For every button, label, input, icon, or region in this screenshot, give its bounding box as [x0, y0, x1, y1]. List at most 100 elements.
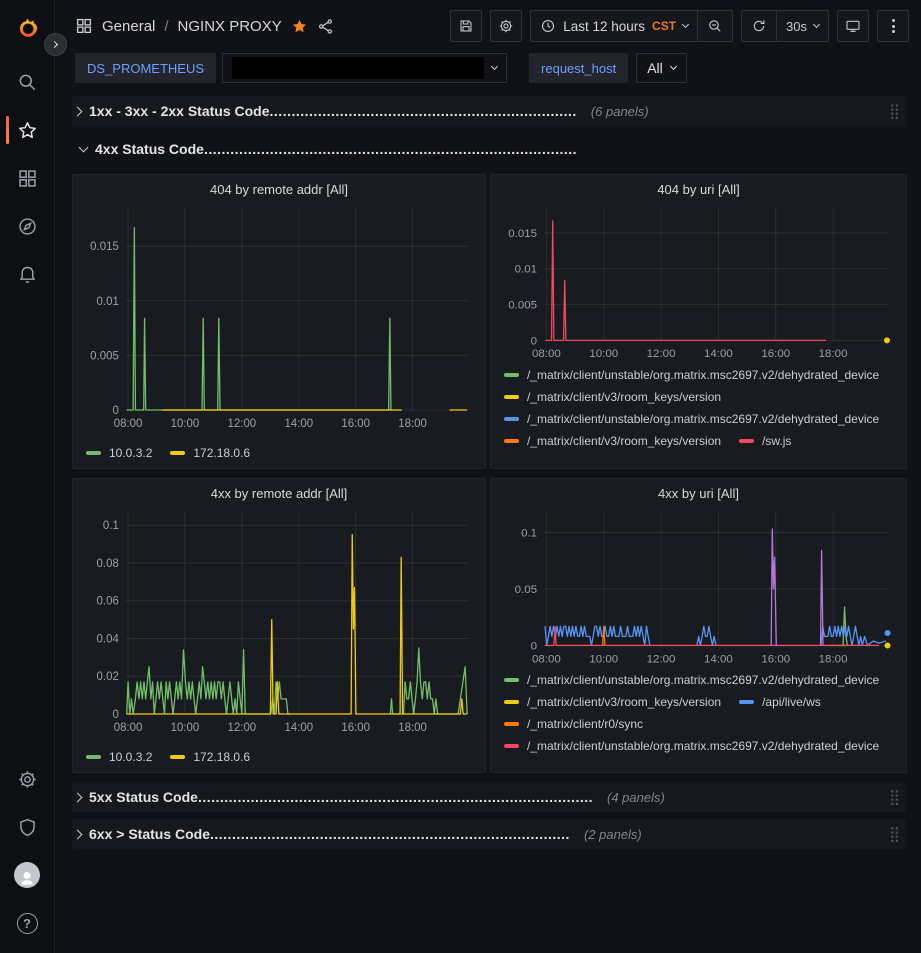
x-axis-tick-label: 12:00 [228, 722, 257, 734]
legend-swatch [739, 700, 754, 704]
legend-label: /_matrix/client/v3/room_keys/version [527, 434, 721, 448]
row-title-dots: ........................................… [198, 789, 593, 805]
save-dashboard-button[interactable] [450, 10, 482, 42]
sidebar: ? [0, 0, 55, 953]
row-4xx[interactable]: 4xx Status Code ........................… [72, 134, 906, 164]
legend-item[interactable]: /_matrix/client/unstable/org.matrix.msc2… [504, 368, 879, 382]
series-point [885, 642, 891, 648]
row-6xx[interactable]: 6xx > Status Code ......................… [72, 819, 906, 849]
legend-item[interactable]: 172.18.0.6 [170, 446, 250, 460]
cycle-view-mode-button[interactable] [837, 10, 869, 42]
legend-swatch [504, 373, 519, 377]
grafana-logo-icon[interactable] [12, 12, 42, 42]
chevron-down-icon [813, 21, 820, 28]
legend-item[interactable]: /_matrix/client/unstable/org.matrix.msc2… [504, 412, 879, 426]
time-series-chart[interactable]: 08:0010:0012:0014:0016:0018:0000.0050.01… [500, 200, 897, 364]
row-panel-count: (4 panels) [607, 790, 665, 805]
row-5xx[interactable]: 5xx Status Code ........................… [72, 782, 906, 812]
search-icon[interactable] [0, 58, 55, 106]
alerting-bell-icon[interactable] [0, 250, 55, 298]
row-drag-handle[interactable]: ⣿ [889, 104, 900, 119]
row-title: 6xx > Status Code [89, 826, 210, 842]
legend-item[interactable]: 10.0.3.2 [86, 446, 152, 460]
kebab-icon [892, 19, 895, 33]
breadcrumb-dashboard-title[interactable]: NGINX PROXY [178, 18, 282, 35]
monitor-icon [845, 18, 861, 34]
series-line [546, 221, 826, 341]
panel-legend: /_matrix/client/unstable/org.matrix.msc2… [500, 669, 897, 764]
time-series-chart[interactable]: 08:0010:0012:0014:0016:0018:0000.050.1 [500, 504, 897, 669]
legend-item[interactable]: /_matrix/client/v3/room_keys/version [504, 390, 721, 404]
legend-item[interactable]: /api/live/ws [739, 695, 821, 709]
x-axis-tick-label: 18:00 [819, 348, 848, 360]
legend-item[interactable]: /_matrix/client/v3/room_keys/version [504, 695, 721, 709]
legend-item[interactable]: /_matrix/client/unstable/org.matrix.msc2… [504, 673, 879, 687]
legend-swatch [504, 439, 519, 443]
x-axis-tick-label: 10:00 [589, 348, 618, 360]
refresh-button[interactable] [742, 11, 776, 41]
time-range-picker[interactable]: Last 12 hours CST [531, 11, 697, 41]
refresh-group: 30s [741, 10, 829, 42]
help-icon[interactable]: ? [0, 899, 55, 947]
legend-item[interactable]: /sw.js [739, 434, 791, 448]
x-axis-tick-label: 10:00 [171, 722, 200, 734]
y-axis-tick-label: 0 [531, 640, 537, 652]
series-line [821, 626, 886, 645]
legend-item[interactable]: /_matrix/client/unstable/org.matrix.msc2… [504, 739, 879, 753]
timezone-label: CST [652, 19, 676, 33]
time-range-group: Last 12 hours CST [530, 10, 733, 42]
legend-item[interactable]: 10.0.3.2 [86, 750, 152, 764]
y-axis-tick-label: 0 [112, 709, 118, 721]
configuration-gear-icon[interactable] [0, 755, 55, 803]
legend-swatch [86, 451, 101, 455]
breadcrumb-section[interactable]: General [102, 18, 155, 35]
share-icon[interactable] [317, 18, 334, 35]
legend-label: /_matrix/client/unstable/org.matrix.msc2… [527, 412, 879, 426]
panel-title[interactable]: 404 by remote addr [All] [82, 182, 476, 197]
favorite-star-icon[interactable] [291, 18, 308, 35]
y-axis-tick-label: 0.015 [90, 241, 119, 253]
more-options-button[interactable] [877, 10, 909, 42]
row-drag-handle[interactable]: ⣿ [889, 790, 900, 805]
legend-label: /_matrix/client/unstable/org.matrix.msc2… [527, 739, 879, 753]
legend-label: /_matrix/client/v3/room_keys/version [527, 390, 721, 404]
time-series-chart[interactable]: 08:0010:0012:0014:0016:0018:0000.020.040… [82, 504, 476, 738]
series-point [885, 630, 891, 636]
panel-title[interactable]: 404 by uri [All] [500, 182, 897, 197]
request-host-variable-dropdown[interactable]: All [636, 53, 687, 83]
zoom-out-button[interactable] [697, 11, 732, 41]
x-axis-tick-label: 14:00 [704, 653, 733, 665]
dashboards-icon[interactable] [0, 154, 55, 202]
apps-grid-icon[interactable] [75, 17, 93, 35]
y-axis-tick-label: 0.08 [97, 558, 119, 570]
chevron-down-icon [491, 63, 498, 70]
y-axis-tick-label: 0.02 [97, 671, 119, 683]
profile-avatar[interactable] [0, 851, 55, 899]
refresh-interval-dropdown[interactable]: 30s [776, 11, 828, 41]
legend-item[interactable]: /_matrix/client/v3/room_keys/version [504, 434, 721, 448]
server-admin-shield-icon[interactable] [0, 803, 55, 851]
legend-item[interactable]: 172.18.0.6 [170, 750, 250, 764]
legend-swatch [170, 755, 185, 759]
row-1xx-3xx-2xx[interactable]: 1xx - 3xx - 2xx Status Code ............… [72, 96, 906, 126]
y-axis-tick-label: 0.015 [508, 228, 537, 240]
panel-title[interactable]: 4xx by uri [All] [500, 486, 897, 501]
panel-title[interactable]: 4xx by remote addr [All] [82, 486, 476, 501]
dashboard-settings-button[interactable] [490, 10, 522, 42]
row-drag-handle[interactable]: ⣿ [889, 827, 900, 842]
top-navbar: General / NGINX PROXY Last 12 hours [55, 0, 921, 52]
breadcrumb-separator: / [164, 18, 168, 35]
sidebar-expand-button[interactable] [44, 33, 67, 56]
x-axis-tick-label: 08:00 [532, 653, 561, 665]
explore-compass-icon[interactable] [0, 202, 55, 250]
legend-item[interactable]: /_matrix/client/r0/sync [504, 717, 643, 731]
chevron-right-icon [73, 829, 83, 839]
time-series-chart[interactable]: 08:0010:0012:0014:0016:0018:0000.0050.01… [82, 200, 476, 434]
datasource-variable-dropdown[interactable] [222, 53, 507, 83]
y-axis-tick-label: 0.01 [515, 264, 537, 276]
sidebar-bottom: ? [0, 755, 55, 947]
starred-icon[interactable] [0, 106, 55, 154]
row-title: 4xx Status Code [95, 141, 204, 157]
row-title: 5xx Status Code [89, 789, 198, 805]
x-axis-tick-label: 14:00 [284, 418, 313, 430]
